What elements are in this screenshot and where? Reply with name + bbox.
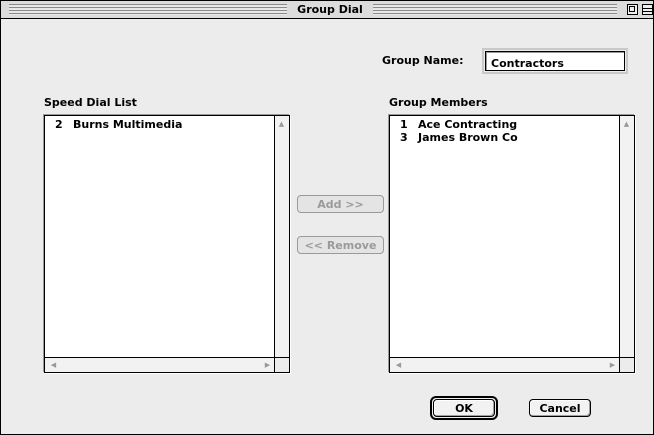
scroll-right-arrow-icon[interactable]: ▶	[606, 359, 619, 371]
list-item-number: 3	[400, 131, 408, 144]
scroll-up-arrow-icon[interactable]: ▲	[620, 118, 633, 130]
list-item[interactable]: 2 Burns Multimedia	[45, 118, 274, 131]
scroll-right-arrow-icon[interactable]: ▶	[261, 359, 274, 371]
scroll-corner	[274, 357, 289, 372]
group-name-input[interactable]	[486, 55, 621, 72]
zoom-box-icon[interactable]	[627, 4, 638, 15]
list-item-name: Burns Multimedia	[73, 118, 183, 131]
scroll-up-arrow-icon[interactable]: ▲	[275, 118, 288, 130]
window-title: Group Dial	[297, 3, 363, 16]
group-name-label: Group Name:	[382, 54, 464, 67]
scroll-corner	[619, 357, 634, 372]
list-item-name: Ace Contracting	[418, 118, 518, 131]
speed-dial-vertical-scrollbar[interactable]: ▲ ▼	[274, 116, 289, 368]
group-members-vertical-scrollbar[interactable]: ▲ ▼	[619, 116, 634, 368]
group-dial-window: Group Dial Group Name: Speed Dial List 2…	[0, 0, 654, 435]
list-item[interactable]: 1 Ace Contracting	[390, 118, 619, 131]
list-item-name: James Brown Co	[418, 131, 518, 144]
speed-dial-list[interactable]: 2 Burns Multimedia ▲ ▼ ◀ ▶	[44, 115, 290, 373]
group-members-rows: 1 Ace Contracting 3 James Brown Co	[390, 116, 619, 357]
title-bar-stripes-right	[373, 4, 617, 15]
scroll-left-arrow-icon[interactable]: ◀	[392, 359, 405, 371]
speed-dial-rows: 2 Burns Multimedia	[45, 116, 274, 357]
list-item[interactable]: 3 James Brown Co	[390, 131, 619, 144]
ok-button[interactable]: OK	[433, 399, 495, 417]
remove-button[interactable]: << Remove	[297, 236, 384, 254]
scroll-left-arrow-icon[interactable]: ◀	[47, 359, 60, 371]
speed-dial-horizontal-scrollbar[interactable]: ◀ ▶	[45, 357, 274, 372]
group-members-horizontal-scrollbar[interactable]: ◀ ▶	[390, 357, 619, 372]
list-item-number: 2	[55, 118, 63, 131]
group-members-list[interactable]: 1 Ace Contracting 3 James Brown Co ▲ ▼ ◀ ▶	[389, 115, 635, 373]
add-button[interactable]: Add >>	[297, 195, 384, 213]
title-bar[interactable]: Group Dial	[1, 1, 653, 19]
speed-dial-list-label: Speed Dial List	[44, 96, 137, 109]
group-members-label: Group Members	[389, 96, 488, 109]
cancel-button[interactable]: Cancel	[529, 399, 591, 417]
title-bar-stripes-left	[9, 4, 287, 15]
list-item-number: 1	[400, 118, 408, 131]
collapse-box-icon[interactable]	[642, 4, 653, 15]
group-name-field[interactable]	[482, 48, 628, 74]
